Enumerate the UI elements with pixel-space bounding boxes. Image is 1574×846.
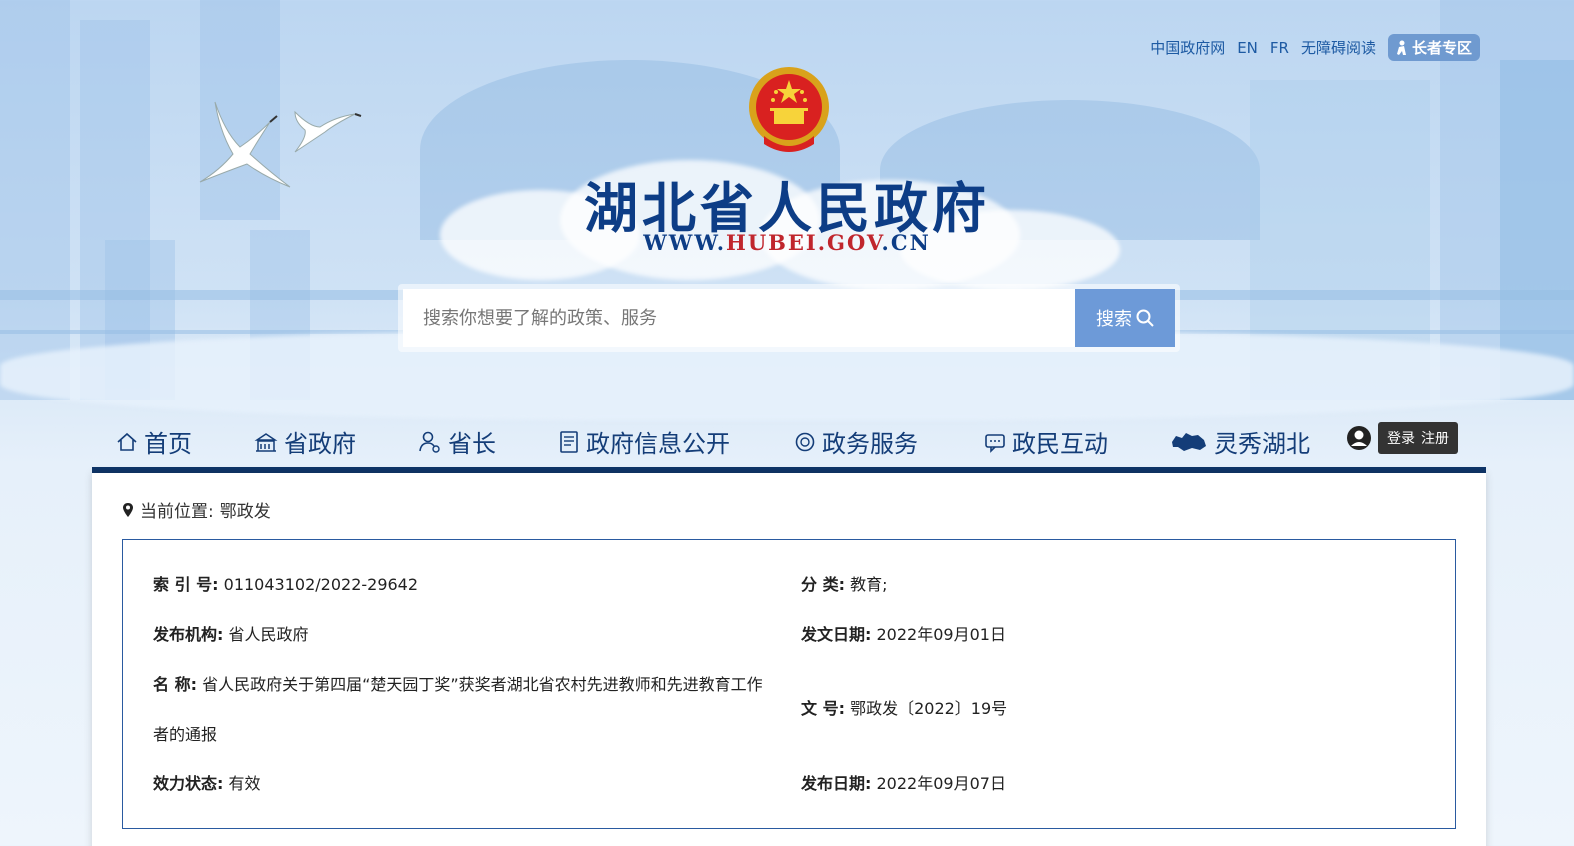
nav-item-label: 省政府	[284, 430, 356, 458]
top-links: 中国政府网 EN FR 无障碍阅读 长者专区	[1150, 34, 1480, 61]
breadcrumb-prefix: 当前位置:	[140, 502, 214, 522]
user-avatar-icon	[1347, 426, 1371, 450]
content-panel: 当前位置: 鄂政发 索 引 号: 011043102/2022-29642 分 …	[92, 473, 1486, 846]
site-url-suffix: .CN	[881, 230, 931, 255]
nav-item-provincial-government[interactable]: 省政府	[254, 424, 356, 459]
chat-icon	[985, 433, 1005, 453]
document-number-value: 鄂政发〔2022〕19号	[850, 699, 1008, 718]
nav-item-label: 政府信息公开	[586, 430, 730, 458]
search-bar: 搜索	[398, 284, 1180, 352]
document-name-field: 名 称: 省人民政府关于第四届“楚天园丁奖”获奖者湖北省农村先进教师和先进教育工…	[153, 660, 773, 760]
person-icon	[419, 431, 440, 453]
issue-date-field: 发文日期: 2022年09月01日	[801, 624, 1006, 646]
register-link[interactable]: 注册	[1421, 428, 1449, 448]
nav-item-label: 政务服务	[822, 430, 918, 458]
nav-item-label: 灵秀湖北	[1214, 430, 1310, 458]
nav-item-label: 政民互动	[1012, 430, 1108, 458]
search-input[interactable]	[403, 289, 1075, 347]
english-link[interactable]: EN	[1237, 39, 1258, 57]
elder-zone-label: 长者专区	[1411, 39, 1472, 57]
nav-item-gov-services[interactable]: 政务服务	[794, 424, 918, 459]
site-url-domain: HUBEI.GOV	[726, 230, 882, 255]
elder-zone-button[interactable]: 长者专区	[1387, 34, 1480, 61]
document-number-field: 文 号: 鄂政发〔2022〕19号	[801, 698, 1007, 720]
service-icon	[795, 432, 815, 451]
location-pin-icon	[123, 502, 133, 517]
index-number-field: 索 引 号: 011043102/2022-29642	[153, 574, 418, 596]
nav-item-interaction[interactable]: 政民互动	[984, 424, 1108, 459]
search-box: 搜索	[403, 289, 1175, 347]
search-button[interactable]: 搜索	[1075, 289, 1175, 347]
issue-date-label: 发文日期:	[801, 625, 872, 644]
publish-date-label: 发布日期:	[801, 774, 872, 793]
french-link[interactable]: FR	[1270, 39, 1289, 57]
login-area: 登录 注册	[1346, 422, 1458, 454]
nav-item-label: 省长	[448, 430, 496, 458]
issuing-org-label: 发布机构:	[153, 625, 224, 644]
main-nav: 首页 省政府 省长 政府信息公开 政务服务 政民互动 灵秀湖北 登录 注册	[92, 410, 1486, 468]
national-emblem-icon	[749, 67, 829, 152]
nav-item-home[interactable]: 首页	[116, 424, 192, 459]
document-info-box: 索 引 号: 011043102/2022-29642 分 类: 教育; 发布机…	[122, 539, 1456, 829]
breadcrumb-current[interactable]: 鄂政发	[220, 497, 271, 522]
nav-item-lingxiu-hubei[interactable]: 灵秀湖北	[1170, 424, 1310, 459]
issuing-org-value: 省人民政府	[228, 625, 309, 644]
search-button-label: 搜索	[1096, 309, 1132, 330]
issue-date-value: 2022年09月01日	[876, 625, 1006, 644]
document-name-label: 名 称:	[153, 675, 197, 694]
nav-item-label: 首页	[144, 430, 192, 458]
map-icon	[1172, 432, 1206, 451]
validity-status-field: 效力状态: 有效	[153, 773, 261, 795]
document-number-label: 文 号:	[801, 699, 845, 718]
document-name-value: 省人民政府关于第四届“楚天园丁奖”获奖者湖北省农村先进教师和先进教育工作者的通报	[153, 675, 763, 744]
category-label: 分 类:	[801, 575, 845, 594]
elder-icon	[1396, 40, 1406, 55]
site-url-prefix: WWW.	[643, 230, 727, 255]
category-value: 教育;	[850, 575, 888, 594]
category-field: 分 类: 教育;	[801, 574, 887, 596]
nav-item-governor[interactable]: 省长	[418, 424, 496, 459]
validity-status-label: 效力状态:	[153, 774, 224, 793]
index-number-label: 索 引 号:	[153, 575, 219, 594]
site-url: WWW.HUBEI.GOV.CN	[0, 230, 1574, 255]
accessible-reading-link[interactable]: 无障碍阅读	[1301, 37, 1376, 58]
publish-date-value: 2022年09月07日	[876, 774, 1006, 793]
breadcrumb: 当前位置: 鄂政发	[122, 497, 271, 522]
search-icon	[1136, 309, 1154, 327]
issuing-org-field: 发布机构: 省人民政府	[153, 624, 309, 646]
nav-item-gov-info-disclosure[interactable]: 政府信息公开	[558, 424, 730, 459]
home-icon	[117, 432, 137, 451]
building-icon	[254, 432, 278, 452]
login-link[interactable]: 登录	[1387, 428, 1415, 448]
validity-status-value: 有效	[228, 774, 261, 793]
document-icon	[560, 430, 578, 453]
login-register-button[interactable]: 登录 注册	[1378, 422, 1458, 454]
gov-cn-link[interactable]: 中国政府网	[1150, 37, 1225, 58]
publish-date-field: 发布日期: 2022年09月07日	[801, 773, 1006, 795]
index-number-value: 011043102/2022-29642	[223, 575, 419, 594]
